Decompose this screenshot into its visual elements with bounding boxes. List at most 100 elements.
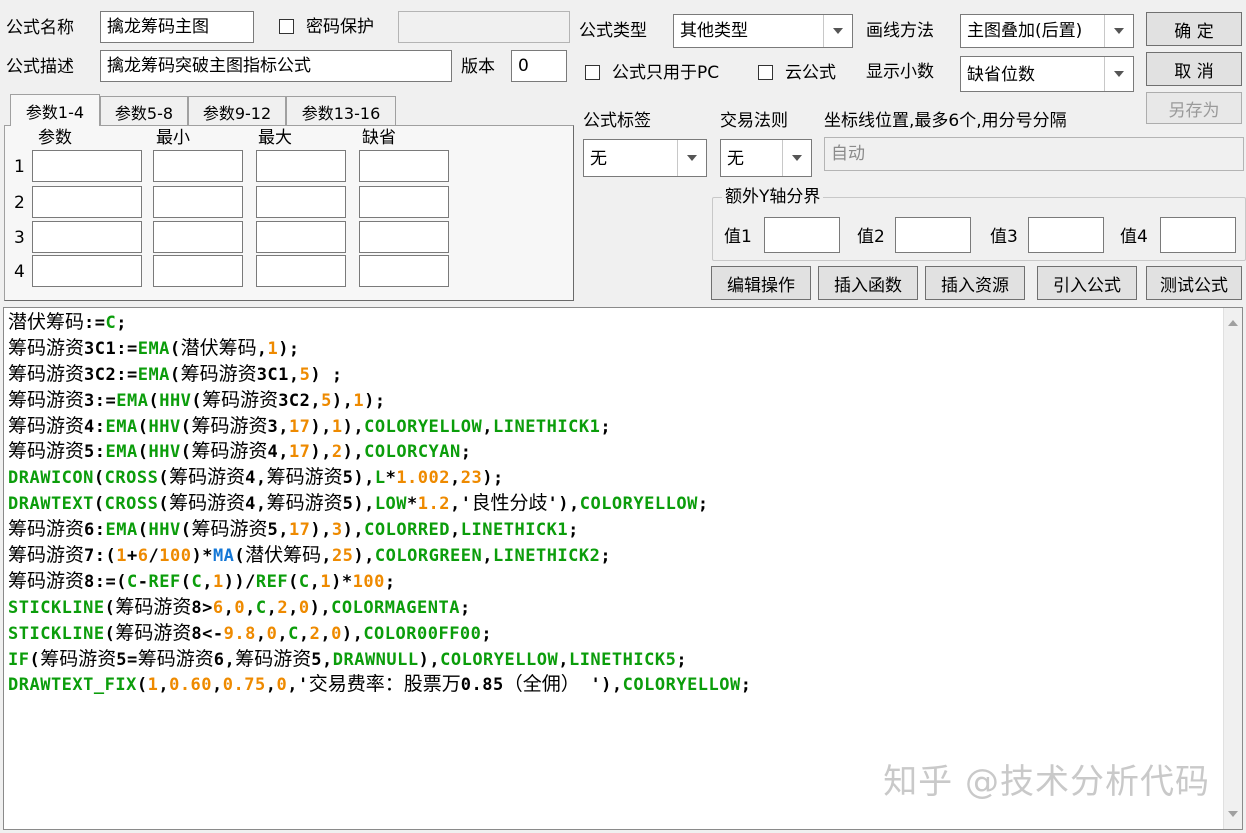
code-line[interactable]: IF(筹码游资5=筹码游资6,筹码游资5,DRAWNULL),COLORYELL… (8, 647, 752, 673)
code-token: 0.75 (222, 675, 266, 696)
code-token: ( (104, 623, 116, 644)
param-header-min: 最小 (156, 128, 190, 148)
save-as-button[interactable]: 另存为 (1146, 92, 1242, 124)
code-token: ( (180, 520, 192, 541)
code-line[interactable]: STICKLINE(筹码游资8<-9.8,0,C,2,0),COLOR00FF0… (8, 621, 752, 647)
param-3-max[interactable] (256, 221, 346, 253)
param-4-default[interactable] (359, 255, 449, 287)
test-formula-button[interactable]: 测试公式 (1146, 266, 1242, 300)
formula-name-input[interactable]: 擒龙筹码主图 (100, 11, 254, 43)
code-token: 筹码游资 (8, 388, 85, 411)
param-3-name[interactable] (32, 221, 142, 253)
code-token: 3:= (84, 390, 117, 411)
code-line[interactable]: 筹码游资7:(1+6/100)*MA(潜伏筹码,25),COLORGREEN,L… (8, 543, 752, 569)
cloud-formula-checkbox[interactable] (758, 65, 773, 80)
yaxis-value1-input[interactable] (764, 217, 840, 253)
code-token: 1.002 (396, 468, 450, 489)
yaxis-value4-input[interactable] (1160, 217, 1236, 253)
yaxis-value2-input[interactable] (895, 217, 971, 253)
code-token: 筹码游资 (8, 518, 85, 541)
code-line[interactable]: 筹码游资5:EMA(HHV(筹码游资4,17),2),COLORCYAN; (8, 439, 752, 465)
param-1-default[interactable] (359, 150, 449, 182)
code-token: ; (460, 442, 472, 463)
param-2-max[interactable] (256, 186, 346, 218)
code-token: 筹码游资 (8, 440, 85, 463)
code-token: 1 (353, 390, 365, 411)
code-line[interactable]: 筹码游资3C1:=EMA(潜伏筹码,1); (8, 336, 752, 362)
yaxis-group-label: 额外Y轴分界 (722, 186, 824, 208)
param-1-name[interactable] (32, 150, 142, 182)
code-token: ), (418, 649, 441, 670)
edit-operations-button[interactable]: 编辑操作 (711, 266, 811, 300)
code-token: 8> (191, 597, 213, 618)
code-token: ( (180, 571, 192, 592)
param-2-name[interactable] (32, 186, 142, 218)
password-protect-checkbox[interactable] (279, 19, 294, 34)
chevron-down-icon[interactable] (782, 140, 811, 176)
code-token: ), (342, 442, 365, 463)
code-token: , (298, 623, 310, 644)
cancel-button[interactable]: 取 消 (1146, 52, 1242, 86)
code-token: 5 (299, 364, 311, 385)
chevron-down-icon[interactable] (1104, 15, 1133, 47)
code-line[interactable]: 筹码游资3:=EMA(HHV(筹码游资3C2,5),1); (8, 388, 752, 414)
password-input[interactable] (398, 11, 570, 43)
code-line[interactable]: 筹码游资6:EMA(HHV(筹码游资5,17),3),COLORRED,LINE… (8, 517, 752, 543)
code-content[interactable]: 潜伏筹码:=C; 筹码游资3C1:=EMA(潜伏筹码,1); 筹码游资3C2:=EM… (8, 310, 752, 698)
code-line[interactable]: DRAWTEXT(CROSS(筹码游资4,筹码游资5),LOW*1.2,'良性分… (8, 491, 752, 517)
tab-params-13-16[interactable]: 参数13-16 (286, 96, 396, 126)
tab-params-9-12[interactable]: 参数9-12 (188, 96, 286, 126)
code-editor[interactable]: 潜伏筹码:=C; 筹码游资3C1:=EMA(潜伏筹码,1); 筹码游资3C2:=EM… (3, 307, 1243, 830)
code-token: 筹码游资 (115, 621, 192, 644)
chevron-down-icon[interactable] (823, 15, 852, 47)
code-line[interactable]: DRAWTEXT_FIX(1,0.60,0.75,0,'交易费率：股票万0.85… (8, 672, 752, 698)
code-token: LOW (374, 494, 408, 515)
code-line[interactable]: 筹码游资8:=(C-REF(C,1))/REF(C,1)*100; (8, 569, 752, 595)
code-line[interactable]: 潜伏筹码:=C; (8, 310, 752, 336)
code-line[interactable]: 筹码游资3C2:=EMA(筹码游资3C1,5) ; (8, 362, 752, 388)
code-token: COLORYELLOW (622, 675, 741, 696)
chevron-down-icon[interactable] (1104, 57, 1133, 91)
code-line[interactable]: DRAWICON(CROSS(筹码游资4,筹码游资5),L*1.002,23); (8, 465, 752, 491)
chevron-down-icon[interactable] (677, 140, 706, 176)
formula-tag-select[interactable]: 无 (583, 139, 707, 177)
param-1-max[interactable] (256, 150, 346, 182)
pc-only-checkbox[interactable] (585, 65, 600, 80)
code-token: 1 (212, 571, 224, 592)
scroll-down-icon[interactable] (1224, 805, 1242, 823)
param-4-min[interactable] (153, 255, 243, 287)
code-token: IF (8, 649, 30, 670)
param-4-name[interactable] (32, 255, 142, 287)
draw-method-select[interactable]: 主图叠加(后置) (960, 14, 1134, 48)
ok-button[interactable]: 确 定 (1146, 12, 1242, 46)
insert-function-button[interactable]: 插入函数 (818, 266, 918, 300)
code-token: 筹码游资 (191, 518, 268, 541)
code-token: 筹码游资 (266, 466, 343, 489)
vertical-scrollbar[interactable] (1223, 308, 1242, 829)
axis-lines-input[interactable]: 自动 (824, 137, 1244, 171)
param-2-min[interactable] (153, 186, 243, 218)
code-token: COLORYELLOW (579, 494, 698, 515)
scroll-up-icon[interactable] (1224, 314, 1242, 332)
formula-desc-input[interactable]: 擒龙筹码突破主图指标公式 (100, 50, 452, 82)
code-token: 6 (212, 597, 224, 618)
param-3-min[interactable] (153, 221, 243, 253)
code-line[interactable]: 筹码游资4:EMA(HHV(筹码游资3,17),1),COLORYELLOW,L… (8, 414, 752, 440)
version-input[interactable]: 0 (511, 50, 567, 82)
param-3-default[interactable] (359, 221, 449, 253)
decimals-select[interactable]: 缺省位数 (960, 56, 1134, 92)
code-token: 潜伏筹码 (180, 336, 257, 359)
formula-type-select[interactable]: 其他类型 (673, 14, 853, 48)
tab-params-5-8[interactable]: 参数5-8 (100, 96, 188, 126)
insert-resource-button[interactable]: 插入资源 (925, 266, 1025, 300)
tab-params-1-4[interactable]: 参数1-4 (10, 94, 100, 126)
code-line[interactable]: STICKLINE(筹码游资8>6,0,C,2,0),COLORMAGENTA; (8, 595, 752, 621)
param-4-max[interactable] (256, 255, 346, 287)
param-2-default[interactable] (359, 186, 449, 218)
code-token: HHV (159, 390, 192, 411)
yaxis-value3-input[interactable] (1028, 217, 1104, 253)
code-token: DRAWICON (8, 468, 94, 489)
param-1-min[interactable] (153, 150, 243, 182)
import-formula-button[interactable]: 引入公式 (1037, 266, 1137, 300)
trade-rule-select[interactable]: 无 (720, 139, 812, 177)
